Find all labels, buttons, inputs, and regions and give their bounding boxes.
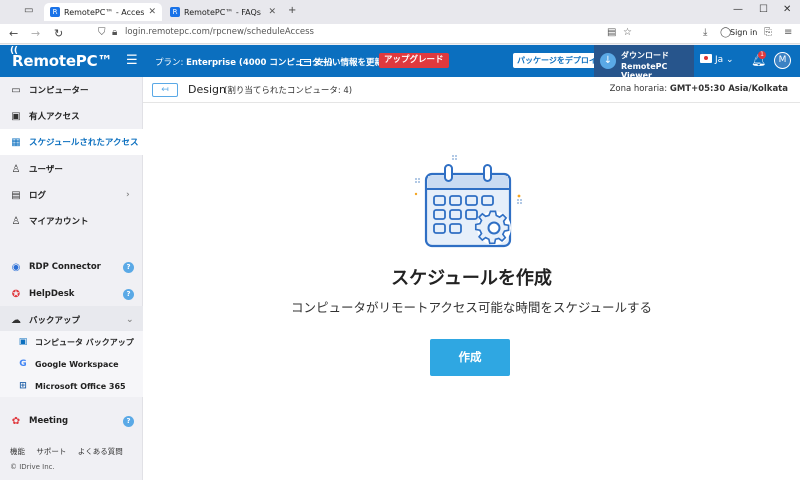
empty-state-heading: スケジュールを作成	[391, 268, 552, 289]
footer-link-faq[interactable]: よくある質問	[78, 447, 123, 456]
hamburger-menu-icon[interactable]: ☰	[126, 53, 138, 68]
remotepc-favicon-icon: R	[170, 7, 180, 17]
browser-tab-strip: ▭ R RemotePC™ - Acceso programa ✕ R Remo…	[0, 0, 800, 24]
back-button[interactable]: ↤	[152, 83, 178, 97]
windows-icon: ⊞	[19, 381, 27, 391]
notification-badge: 1	[758, 51, 766, 59]
log-icon: ▤	[11, 189, 21, 201]
sign-in-button[interactable]: Sign in	[730, 28, 757, 37]
remotepc-favicon-icon: R	[50, 7, 60, 17]
sidebar-item-scheduled-access[interactable]: ▦ スケジュールされたアクセス	[0, 129, 143, 155]
sidebar-item-backup[interactable]: ☁ バックアップ ⌄	[0, 307, 143, 333]
close-icon[interactable]: ✕	[264, 7, 276, 17]
timezone-display: Zona horaria: GMT+05:30 Asia/Kolkata	[609, 84, 788, 94]
lifebuoy-icon: ✪	[11, 288, 21, 300]
copyright: © IDrive Inc.	[10, 463, 55, 471]
credit-card-icon	[300, 59, 311, 66]
assigned-computers-count: (割り当てられたコンピュータ: 4)	[224, 86, 353, 96]
maximize-icon[interactable]: ☐	[759, 4, 768, 15]
download-icon: ↓	[600, 53, 616, 69]
sidebar-subitem-google-workspace[interactable]: G Google Workspace	[0, 353, 143, 375]
monitor-icon: ▭	[11, 84, 21, 96]
sidebar-item-logs[interactable]: ▤ ログ ›	[0, 182, 143, 208]
sidebar: ▭ コンピューター ▣ 有人アクセス ▦ スケジュールされたアクセス ♙ ユーザー ▤ ロ…	[0, 77, 143, 480]
browser-tab-1[interactable]: R RemotePC™ - Acceso programa ✕	[44, 3, 162, 21]
sidebar-item-helpdesk[interactable]: ✪ HelpDesk ?	[0, 281, 143, 307]
upgrade-button[interactable]: アップグレード	[379, 53, 449, 68]
shield-icon[interactable]: ⛉	[98, 27, 106, 38]
browser-toolbar: ← → ↻ ⛉ 🔒︎ login.remotepc.com/rpcnew/sch…	[0, 24, 800, 44]
menu-icon[interactable]: ≡	[784, 27, 792, 38]
sidebar-item-rdp-connector[interactable]: ◉ RDP Connector ?	[0, 254, 143, 280]
app-header: (( RemotePC™ ☰ プラン: Enterprise (4000 コンピ…	[0, 45, 800, 80]
chevron-down-icon: ⌄	[726, 55, 734, 65]
main-content: ↤ Design (割り当てられたコンピュータ: 4) Zona horaria…	[143, 77, 800, 480]
sidebar-item-meeting[interactable]: ✿ Meeting ?	[0, 408, 143, 434]
help-icon[interactable]: ?	[123, 415, 134, 427]
rdp-connector-icon: ◉	[11, 261, 21, 273]
meeting-icon: ✿	[11, 415, 21, 427]
back-arrow-icon: ↤	[161, 85, 169, 95]
download-viewer-button[interactable]: ↓ ダウンロード RemotePC Viewer	[594, 45, 694, 80]
computer-backup-icon: ▣	[18, 337, 28, 347]
close-icon[interactable]: ✕	[144, 7, 156, 17]
chevron-right-icon: ›	[126, 190, 130, 200]
back-arrow-icon[interactable]: ←	[9, 27, 18, 40]
forward-arrow-icon[interactable]: →	[31, 27, 40, 40]
japan-flag-icon	[700, 54, 712, 63]
google-icon: G	[19, 359, 27, 369]
language-selector[interactable]: Ja ⌄	[700, 54, 734, 65]
update-payment-link[interactable]: 支払い情報を更新	[300, 56, 383, 68]
reload-icon[interactable]: ↻	[54, 27, 63, 40]
calendar-gear-illustration-icon	[414, 155, 522, 248]
footer-link-features[interactable]: 機能	[10, 447, 25, 456]
cloud-upload-icon: ☁	[11, 314, 21, 326]
notification-bell-icon[interactable]: 🔔︎ 1	[751, 51, 766, 67]
new-tab-icon[interactable]: +	[288, 5, 296, 16]
help-icon[interactable]: ?	[123, 261, 134, 273]
sidebar-item-users[interactable]: ♙ ユーザー	[0, 156, 143, 182]
sidebar-subitem-office-365[interactable]: ⊞ Microsoft Office 365	[0, 375, 143, 397]
page-subheader: ↤ Design (割り当てられたコンピュータ: 4) Zona horaria…	[143, 77, 800, 103]
download-icon[interactable]: ⤓	[703, 27, 707, 38]
sidebar-item-computers[interactable]: ▭ コンピューター	[0, 77, 143, 103]
sidebar-subitem-computer-backup[interactable]: ▣ コンピュータ バックアップ	[0, 331, 143, 353]
address-bar[interactable]: login.remotepc.com/rpcnew/scheduleAccess	[125, 27, 314, 37]
sidebar-item-attended-access[interactable]: ▣ 有人アクセス	[0, 103, 143, 129]
signal-icon: ((	[10, 46, 18, 56]
sidebar-item-my-account[interactable]: ♙ マイアカウント	[0, 208, 143, 234]
lock-icon: 🔒︎	[112, 27, 118, 38]
footer-link-support[interactable]: サポート	[36, 447, 66, 456]
calendar-icon: ▦	[11, 136, 21, 148]
page-title: Design	[188, 83, 226, 96]
browser-tab-2[interactable]: R RemotePC™ - FAQs on Remote ✕	[164, 3, 282, 21]
window-close-icon[interactable]: ✕	[783, 4, 791, 15]
chevron-down-icon: ⌄	[126, 315, 134, 325]
remotepc-logo[interactable]: (( RemotePC™	[10, 46, 112, 70]
users-icon: ♙	[11, 163, 21, 175]
extension-icon[interactable]: ⎘	[764, 27, 772, 38]
tab-overview-icon[interactable]: ▭	[24, 5, 33, 16]
account-icon: ♙	[11, 215, 21, 227]
sidebar-footer-links: 機能 サポート よくある質問	[10, 446, 132, 457]
help-icon[interactable]: ?	[123, 288, 134, 300]
create-schedule-button[interactable]: 作成	[430, 339, 510, 376]
avatar[interactable]: M	[774, 52, 791, 69]
reader-icon[interactable]: ▤	[607, 27, 616, 38]
attended-icon: ▣	[11, 110, 21, 122]
deploy-package-button[interactable]: パッケージをデプロイ	[513, 53, 601, 68]
empty-state-description: コンピュータがリモートアクセス可能な時間をスケジュールする	[290, 300, 652, 315]
bookmark-star-icon[interactable]: ☆	[623, 27, 632, 38]
minimize-icon[interactable]: —	[733, 4, 743, 15]
